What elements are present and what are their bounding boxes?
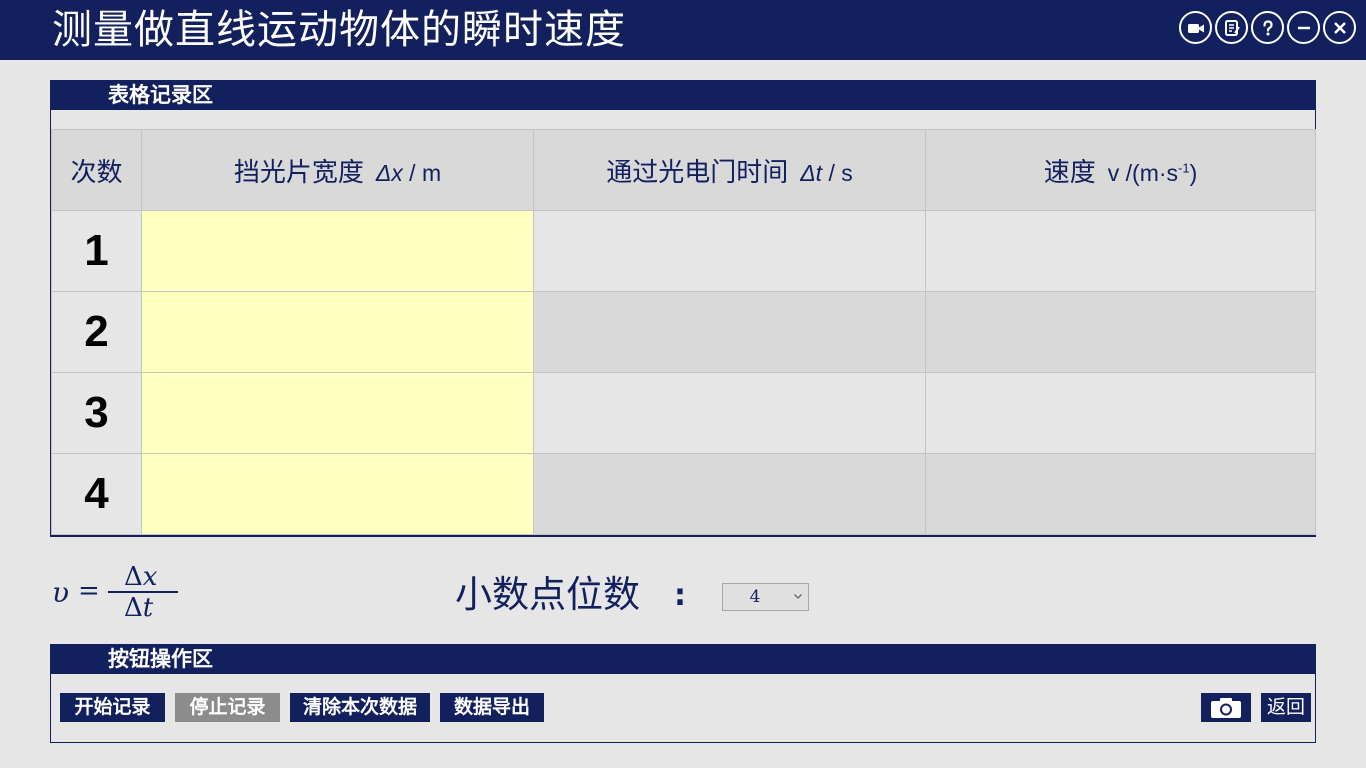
table-row: 3 xyxy=(51,372,1316,454)
table-section-header: 表格记录区 xyxy=(50,80,1316,110)
record-table-frame: 次数 挡光片宽度 Δx / m 通过光电门时间 Δt / s 速度 v /(m·s-1… xyxy=(50,110,1316,537)
time-cell xyxy=(533,372,926,454)
speed-cell xyxy=(925,210,1316,292)
time-cell xyxy=(533,210,926,292)
time-cell xyxy=(533,291,926,373)
velocity-formula: υ = Δx Δt xyxy=(52,562,182,623)
stop-record-button[interactable]: 停止记录 xyxy=(175,693,280,722)
unit-symbol: Δx xyxy=(375,159,403,186)
start-record-button[interactable]: 开始记录 xyxy=(60,693,165,722)
minimize-icon[interactable] xyxy=(1287,11,1320,44)
speed-cell xyxy=(925,372,1316,454)
record-table: 次数 挡光片宽度 Δx / m 通过光电门时间 Δt / s 速度 v /(m·s-1… xyxy=(51,129,1316,535)
export-data-button[interactable]: 数据导出 xyxy=(440,693,544,722)
help-icon[interactable] xyxy=(1251,11,1284,44)
video-icon[interactable] xyxy=(1179,11,1212,44)
width-input-cell[interactable] xyxy=(141,210,534,292)
window-title: 测量做直线运动物体的瞬时速度 xyxy=(52,7,626,53)
back-button[interactable]: 返回 xyxy=(1261,693,1311,722)
formula-velocity: υ xyxy=(52,576,70,609)
time-cell xyxy=(533,453,926,535)
decimal-places-value: 4 xyxy=(749,587,761,607)
table-header-row: 次数 挡光片宽度 Δx / m 通过光电门时间 Δt / s 速度 v /(m·s-1… xyxy=(51,129,1316,211)
speed-cell xyxy=(925,291,1316,373)
unit-symbol: Δt xyxy=(800,159,823,186)
table-row: 2 xyxy=(51,291,1316,373)
close-icon[interactable] xyxy=(1323,11,1356,44)
window-controls xyxy=(1179,11,1356,44)
clear-data-button[interactable]: 清除本次数据 xyxy=(290,693,430,722)
row-index: 2 xyxy=(51,291,142,373)
row-index: 4 xyxy=(51,453,142,535)
speed-cell xyxy=(925,453,1316,535)
title-bar: 测量做直线运动物体的瞬时速度 xyxy=(0,0,1366,60)
decimal-places-select[interactable]: 4 xyxy=(722,583,809,611)
col-header-time: 通过光电门时间 Δt / s xyxy=(533,129,926,211)
width-input-cell[interactable] xyxy=(141,291,534,373)
screenshot-button[interactable] xyxy=(1201,693,1251,722)
formula-denominator: Δt xyxy=(124,593,154,623)
table-bottom-border xyxy=(50,535,1316,537)
col-header-width: 挡光片宽度 Δx / m xyxy=(141,129,534,211)
chevron-down-icon xyxy=(794,594,802,599)
col-header-count: 次数 xyxy=(51,129,142,211)
decimal-places-label: 小数点位数 xyxy=(455,573,640,616)
camera-icon xyxy=(1211,697,1241,718)
formula-equals: = xyxy=(78,576,100,606)
table-row: 4 xyxy=(51,453,1316,535)
width-input-cell[interactable] xyxy=(141,372,534,454)
notes-icon[interactable] xyxy=(1215,11,1248,44)
col-header-speed: 速度 v /(m·s-1) xyxy=(925,129,1316,211)
width-input-cell[interactable] xyxy=(141,453,534,535)
table-row: 1 xyxy=(51,210,1316,292)
row-index: 3 xyxy=(51,372,142,454)
row-index: 1 xyxy=(51,210,142,292)
formula-numerator: Δx xyxy=(124,562,158,592)
decimal-places-colon: : xyxy=(674,578,686,613)
button-section-header: 按钮操作区 xyxy=(50,644,1316,674)
